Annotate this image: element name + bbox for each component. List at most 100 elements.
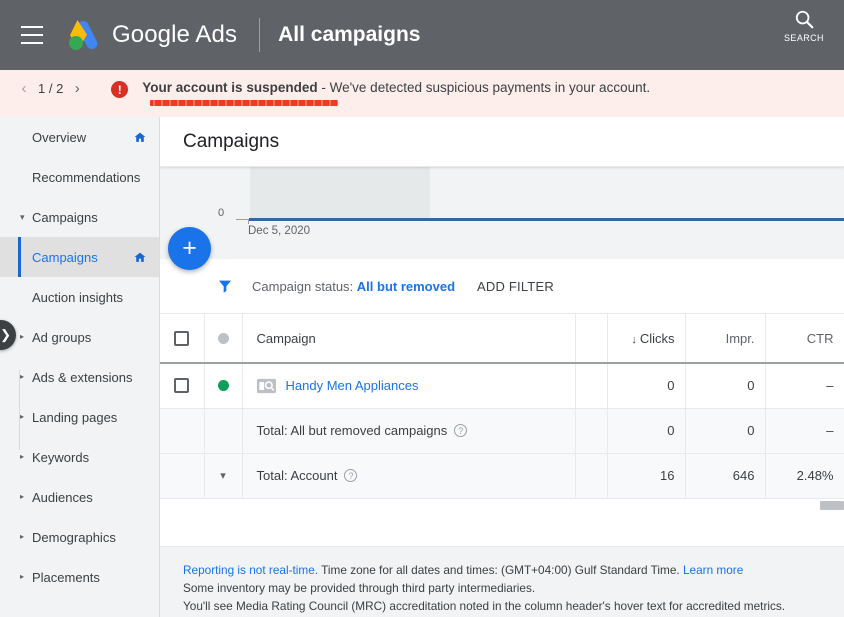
sidebar-item-keywords-8[interactable]: ▸ Keywords: [0, 437, 159, 477]
learn-more-link[interactable]: Learn more: [683, 563, 743, 577]
row-campaign-cell: Handy Men Appliances: [242, 363, 576, 409]
total-account-impr: 646: [685, 453, 766, 499]
table-footer-area: [160, 498, 844, 547]
account-blank-cell: [160, 453, 205, 499]
sidebar-item-ad-groups-5[interactable]: ▸ Ad groups: [0, 317, 159, 357]
alert-message: Your account is suspended - We've detect…: [142, 80, 650, 95]
chevron-right-icon[interactable]: ▸: [20, 373, 24, 381]
campaign-column-header[interactable]: Campaign: [242, 314, 576, 364]
alert-page-count: 1 / 2: [38, 81, 64, 96]
filter-chip-prefix: Campaign status:: [252, 278, 357, 294]
alert-prev-button[interactable]: ‹: [14, 80, 34, 97]
sidebar-item-label: Demographics: [32, 529, 116, 545]
left-navigation-sidebar: Overview Recommendations ▾ Campaigns Campaig…: [0, 117, 160, 617]
plus-icon: +: [182, 234, 197, 262]
search-button[interactable]: SEARCH: [776, 8, 832, 43]
sidebar-item-overview-0[interactable]: Overview: [0, 117, 159, 157]
select-all-header: [160, 314, 205, 364]
sidebar-item-label: Campaigns: [32, 249, 98, 265]
table-row[interactable]: Handy Men Appliances 0 0 –: [160, 363, 844, 409]
help-circle-icon[interactable]: ?: [344, 469, 358, 482]
sidebar-item-label: Recommendations: [32, 169, 141, 185]
top-app-bar: Google Ads All campaigns SEARCH: [0, 0, 844, 70]
sidebar-item-label: Audiences: [32, 489, 93, 505]
total-account-label-cell: Total: Account ?: [242, 453, 576, 499]
performance-chart[interactable]: 0 Dec 5, 2020: [160, 167, 844, 259]
chart-y-tick-label: 0: [218, 207, 225, 219]
table-row-total-campaigns: Total: All but removed campaigns ? 0 0 –: [160, 408, 844, 454]
total-account-clicks: 16: [607, 453, 686, 499]
chart-highlight-band: [250, 167, 430, 220]
sidebar-item-label: Overview: [32, 129, 87, 145]
report-footer-notes: Reporting is not real-time. Time zone fo…: [160, 546, 844, 617]
row-impr-value: 0: [685, 363, 766, 409]
search-campaign-icon: [256, 378, 276, 393]
chevron-right-icon: ❯: [0, 327, 11, 342]
nav-list: Overview Recommendations ▾ Campaigns Campaig…: [0, 117, 159, 597]
error-exclamation-icon: !: [111, 81, 129, 98]
sidebar-item-label: Ad groups: [32, 329, 92, 345]
filter-bar: Campaign status: All but removed ADD FIL…: [160, 259, 844, 314]
alert-next-button[interactable]: ›: [67, 80, 87, 97]
alert-detail: We've detected suspicious payments in yo…: [329, 80, 651, 95]
sidebar-item-auction-insights-4[interactable]: Auction insights: [0, 277, 159, 317]
horizontal-scrollbar-thumb[interactable]: [820, 500, 844, 510]
sidebar-item-landing-pages-7[interactable]: ▸ Landing pages: [0, 397, 159, 437]
hamburger-menu-icon[interactable]: [10, 13, 54, 57]
reporting-not-realtime-link[interactable]: Reporting is not real-time.: [183, 563, 318, 577]
clicks-header-label: Clicks: [639, 330, 675, 346]
sidebar-item-ads-extensions-6[interactable]: ▸ Ads & extensions: [0, 357, 159, 397]
campaign-status-filter-chip[interactable]: Campaign status: All but removed: [252, 279, 455, 294]
campaign-name-link[interactable]: Handy Men Appliances: [286, 378, 419, 393]
sidebar-item-label: Landing pages: [32, 409, 118, 425]
chevron-right-icon[interactable]: ▸: [20, 453, 24, 461]
row-status-cell: [204, 363, 243, 409]
footer-line-1: Reporting is not real-time. Time zone fo…: [183, 561, 844, 579]
footer-line-2: Some inventory may be provided through t…: [183, 580, 536, 595]
home-icon: [134, 252, 146, 262]
row-clicks-value: 0: [607, 363, 686, 409]
search-button-label: SEARCH: [784, 33, 824, 43]
sidebar-item-audiences-9[interactable]: ▸ Audiences: [0, 477, 159, 517]
spacer-column-header: [575, 314, 608, 364]
row-ctr-value: –: [765, 363, 844, 409]
chart-x-tick-label: Dec 5, 2020: [248, 225, 311, 237]
sidebar-item-campaigns-3[interactable]: Campaigns: [0, 237, 159, 277]
ctr-column-header[interactable]: CTR: [765, 314, 844, 364]
expand-account-chevron-icon[interactable]: ▾: [204, 453, 243, 499]
sidebar-item-placements-11[interactable]: ▸ Placements: [0, 557, 159, 597]
footer-timezone-text: Time zone for all dates and times: (GMT+…: [318, 562, 683, 577]
chevron-right-icon[interactable]: ▸: [20, 493, 24, 501]
total-account-label: Total: Account: [256, 468, 338, 483]
campaigns-table: Campaign ↓ Clicks Impr. CTR Handy Men Ap…: [160, 314, 844, 499]
account-suspended-alert: ‹ 1 / 2 › ! Your account is suspended - …: [0, 70, 844, 117]
sidebar-item-label: Placements: [32, 569, 100, 585]
select-all-checkbox[interactable]: [174, 330, 190, 346]
total-blank-cell-2: [204, 408, 243, 454]
redacted-text-bar: [150, 100, 338, 106]
filter-funnel-icon[interactable]: [216, 278, 234, 294]
alert-headline: Your account is suspended: [142, 80, 318, 95]
row-checkbox[interactable]: [174, 378, 190, 394]
impressions-column-header[interactable]: Impr.: [685, 314, 766, 364]
total-spacer-cell: [575, 408, 608, 454]
footer-line-3: You'll see Media Rating Council (MRC) ac…: [183, 599, 786, 614]
total-blank-cell-1: [160, 408, 205, 454]
search-icon: [795, 10, 814, 29]
chevron-right-icon[interactable]: ▸: [20, 333, 24, 341]
help-circle-icon[interactable]: ?: [454, 424, 468, 437]
new-campaign-button[interactable]: +: [168, 227, 211, 270]
chevron-right-icon[interactable]: ▸: [20, 533, 24, 541]
filter-chip-value: All but removed: [356, 278, 456, 294]
total-campaigns-clicks: 0: [607, 408, 686, 454]
chevron-down-icon[interactable]: ▾: [20, 212, 25, 222]
add-filter-button[interactable]: ADD FILTER: [477, 279, 554, 294]
sidebar-item-recommendations-1[interactable]: Recommendations: [0, 157, 159, 197]
sidebar-item-campaigns-2[interactable]: ▾ Campaigns: [0, 197, 159, 237]
page-title: Campaigns: [183, 130, 280, 152]
chevron-right-icon[interactable]: ▸: [20, 413, 24, 421]
chevron-right-icon[interactable]: ▸: [20, 573, 24, 581]
clicks-column-header[interactable]: ↓ Clicks: [607, 314, 686, 364]
sidebar-item-demographics-10[interactable]: ▸ Demographics: [0, 517, 159, 557]
brand-title: Google Ads: [112, 21, 238, 48]
